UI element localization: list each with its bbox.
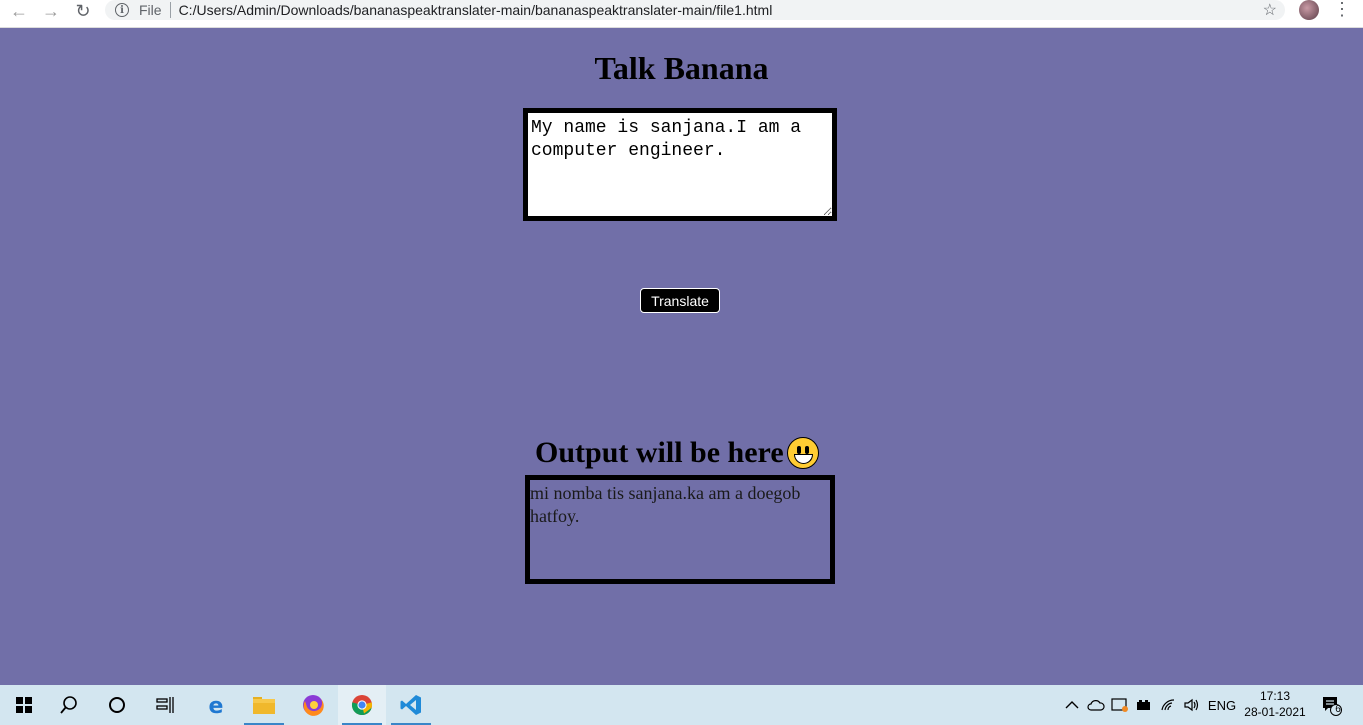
clock-date: 28-01-2021 xyxy=(1244,705,1306,719)
cortana-icon[interactable] xyxy=(93,685,141,725)
profile-avatar[interactable] xyxy=(1299,0,1319,20)
file-explorer-icon[interactable] xyxy=(240,685,288,725)
search-icon[interactable] xyxy=(45,685,93,725)
more-menu-icon[interactable]: ⋮ xyxy=(1333,0,1351,20)
forward-icon[interactable]: → xyxy=(36,0,66,25)
svg-text:e: e xyxy=(209,694,224,717)
security-icon[interactable] xyxy=(1109,685,1131,725)
clock[interactable]: 17:13 28-01-2021 xyxy=(1240,685,1310,725)
scheme-label: File xyxy=(139,2,162,18)
language-indicator[interactable]: ENG xyxy=(1206,685,1238,725)
bookmark-star-icon[interactable]: ☆ xyxy=(1263,0,1277,20)
show-hidden-icons-icon[interactable] xyxy=(1062,685,1082,725)
url-divider xyxy=(169,2,171,18)
windows-start-icon[interactable] xyxy=(0,685,48,725)
battery-icon[interactable] xyxy=(1133,685,1155,725)
onedrive-icon[interactable] xyxy=(1085,685,1107,725)
back-icon[interactable]: ← xyxy=(4,0,34,25)
chrome-icon[interactable] xyxy=(338,685,386,725)
task-view-icon[interactable] xyxy=(141,685,189,725)
reload-icon[interactable]: ↻ xyxy=(68,0,98,25)
firefox-icon[interactable] xyxy=(289,685,337,725)
notification-count: 6 xyxy=(1335,704,1341,715)
address-bar[interactable]: i File C:/Users/Admin/Downloads/bananasp… xyxy=(105,0,1285,20)
info-icon[interactable]: i xyxy=(115,3,129,17)
translate-button[interactable]: Translate xyxy=(640,288,720,313)
url-text[interactable]: C:/Users/Admin/Downloads/bananaspeaktran… xyxy=(179,2,773,18)
text-input[interactable]: My name is sanjana.I am a computer engin… xyxy=(523,108,837,221)
clock-time: 17:13 xyxy=(1259,689,1291,703)
edge-browser-icon[interactable]: e xyxy=(192,685,240,725)
vscode-icon[interactable] xyxy=(387,685,435,725)
wifi-icon[interactable] xyxy=(1158,685,1180,725)
page-title: Talk Banana xyxy=(594,50,769,86)
output-heading: Output will be here xyxy=(535,436,819,470)
smiley-emoji-icon xyxy=(786,437,819,469)
output-box: mi nomba tis sanjana.ka am a doegob hatf… xyxy=(525,475,835,584)
output-heading-text: Output will be here xyxy=(535,436,784,469)
volume-icon[interactable] xyxy=(1181,685,1203,725)
taskbar: e ENG 17:13 28-01-2021 6 xyxy=(0,685,1363,725)
notification-center[interactable]: 6 xyxy=(1316,685,1346,725)
browser-toolbar: ← → ↻ i File C:/Users/Admin/Downloads/ba… xyxy=(0,0,1363,28)
